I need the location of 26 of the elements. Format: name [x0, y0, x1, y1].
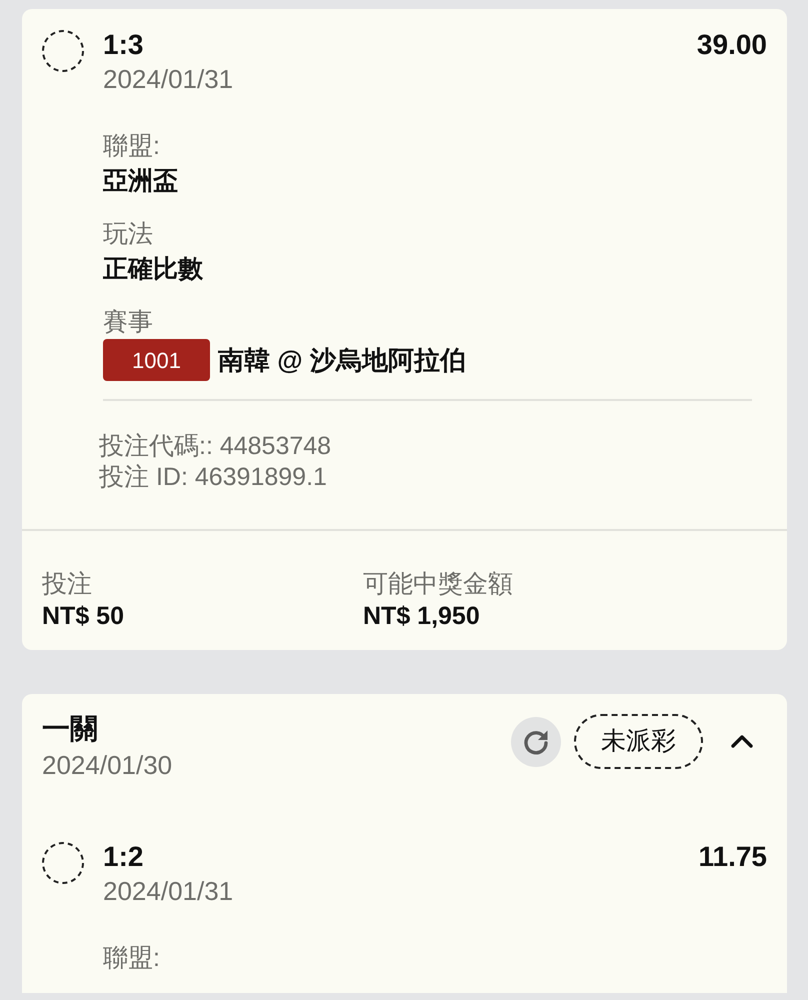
bet-date: 2024/01/30 [42, 750, 172, 780]
detail-label: 聯盟: [103, 132, 160, 160]
detail-label: 玩法 [103, 220, 153, 248]
dashed-circle-icon [42, 30, 84, 72]
detail-value: 正確比數 [103, 254, 203, 285]
status-tag: 未派彩 [574, 714, 703, 769]
stake-amount: NT$ 50 [42, 602, 124, 630]
bet-type-title: 一關 [42, 713, 98, 744]
match-teams: 南韓 @ 沙烏地阿拉伯 [218, 344, 466, 376]
refresh-button[interactable] [511, 716, 561, 766]
detail-label: 賽事 [103, 308, 153, 336]
dashed-circle-icon [42, 842, 84, 884]
bet-code-text: 投注代碼:: 44853748 [99, 432, 332, 460]
bet-id-text: 投注 ID: 46391899.1 [99, 463, 327, 491]
selection-date: 2024/01/31 [103, 64, 234, 94]
payout-label: 可能中獎金額 [363, 570, 513, 598]
stake-label: 投注 [42, 570, 92, 598]
odds-value: 11.75 [698, 840, 767, 874]
odds-value: 39.00 [696, 28, 767, 62]
selection-score: 1:2 [103, 840, 144, 874]
match-code-badge: 1001 [103, 339, 210, 381]
detail-label: 聯盟: [103, 944, 160, 972]
selection-date: 2024/01/31 [103, 876, 234, 906]
detail-value: 亞洲盃 [103, 166, 178, 197]
selection-score: 1:3 [103, 28, 144, 62]
payout-amount: NT$ 1,950 [363, 602, 480, 630]
